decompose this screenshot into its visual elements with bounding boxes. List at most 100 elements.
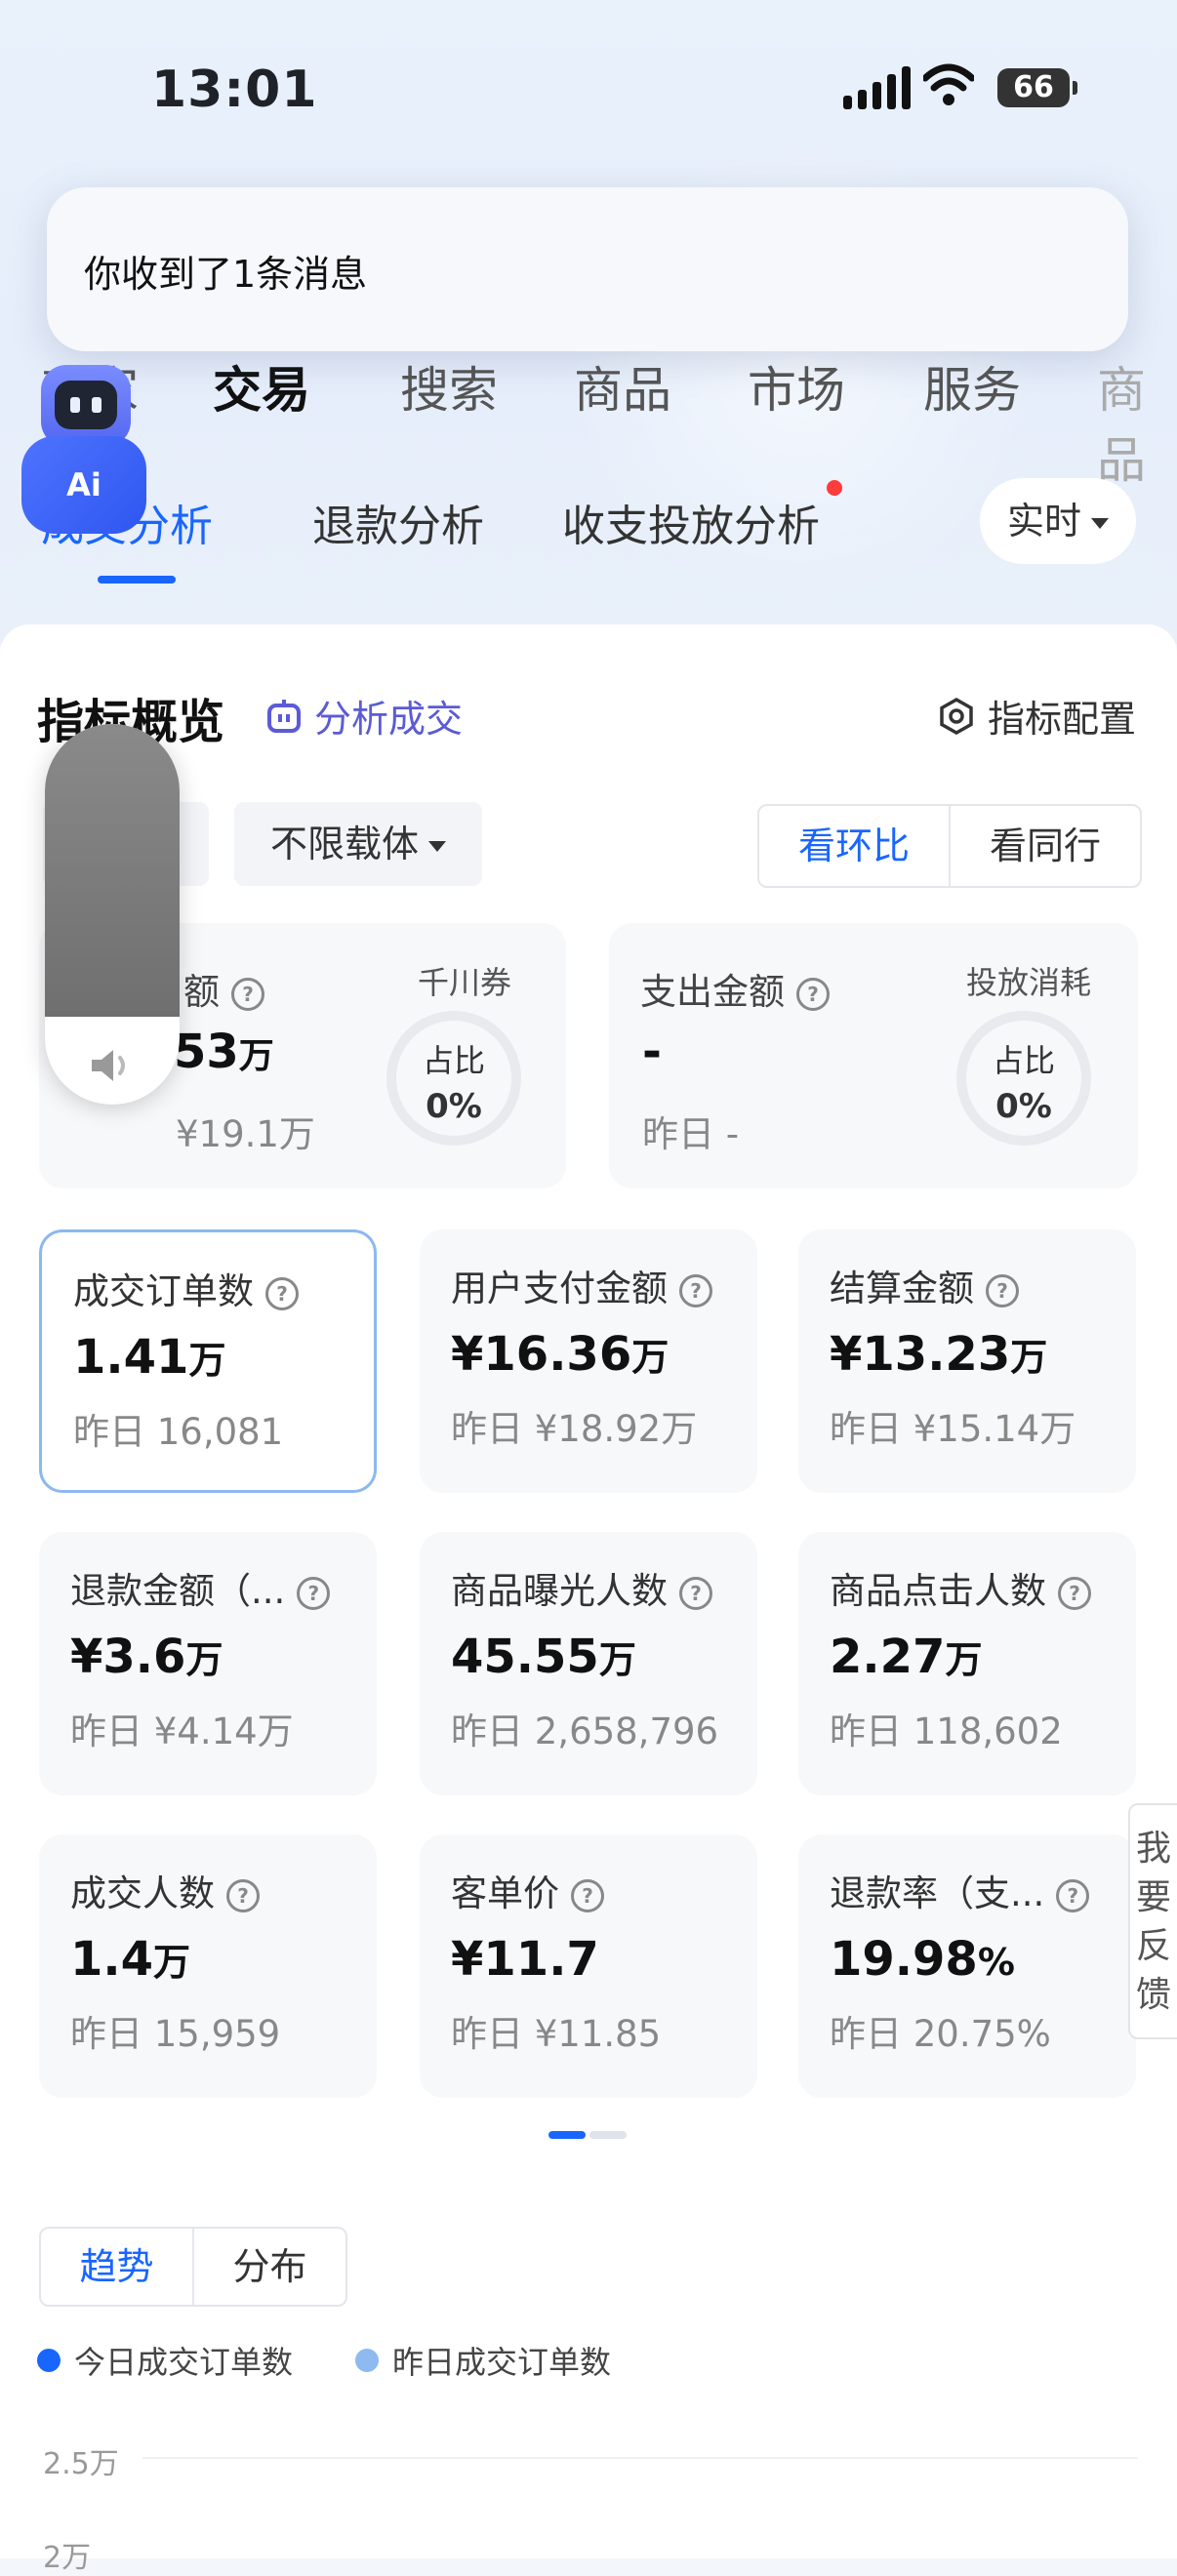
carrier-filter-dropdown[interactable]: 不限载体 bbox=[234, 802, 482, 886]
metric-yesterday: 昨日 ¥4.14万 bbox=[70, 1711, 294, 1752]
volume-level-fill bbox=[45, 724, 180, 1017]
ai-analyze-link[interactable]: 分析成交 bbox=[265, 689, 463, 743]
robot-head-icon bbox=[41, 365, 131, 447]
metric-label: 成交人数? bbox=[70, 1864, 260, 1916]
overview-sub: 昨日 - bbox=[642, 1113, 740, 1155]
metric-yesterday: 昨日 20.75% bbox=[830, 2013, 1051, 2055]
ring-title: 投放消耗 bbox=[966, 964, 1092, 1001]
legend-today: 今日成交订单数 bbox=[37, 2338, 293, 2383]
page-dot bbox=[589, 2131, 627, 2139]
metric-yesterday: 昨日 ¥15.14万 bbox=[830, 1408, 1076, 1450]
ai-label: Ai bbox=[21, 436, 146, 534]
tab-refund-analysis[interactable]: 退款分析 bbox=[312, 491, 484, 553]
ai-assistant-button[interactable]: Ai bbox=[20, 343, 148, 539]
ring-percent: 0% bbox=[995, 1087, 1052, 1126]
top-nav-item[interactable]: 服务 bbox=[923, 351, 1021, 422]
metric-value: ¥11.7 bbox=[451, 1932, 599, 1987]
metric-label: 商品曝光人数? bbox=[451, 1561, 712, 1614]
metric-value: ¥13.23万 bbox=[830, 1327, 1048, 1382]
top-nav-item-active[interactable]: 交易 bbox=[213, 351, 310, 422]
notification-banner[interactable]: 你收到了1条消息 bbox=[47, 187, 1128, 351]
ring-caption: 占比 bbox=[992, 1042, 1055, 1079]
settings-hexagon-icon bbox=[940, 697, 973, 735]
overview-label: 支出金额? bbox=[640, 962, 830, 1015]
tab-distribution[interactable]: 分布 bbox=[194, 2229, 345, 2305]
compare-mom-button[interactable]: 看环比 bbox=[759, 806, 951, 886]
overview-value: - bbox=[642, 1025, 662, 1079]
metric-card[interactable]: 成交人数? 1.4万 昨日 15,959 bbox=[39, 1834, 377, 2098]
top-nav: 商家 交易 搜索 商品 市场 服务 商品 bbox=[0, 351, 1177, 489]
robot-face bbox=[55, 381, 117, 429]
speaker-icon bbox=[92, 1050, 125, 1081]
metric-card[interactable]: 成交订单数? 1.41万 昨日 16,081 bbox=[39, 1229, 377, 1493]
help-icon: ? bbox=[226, 1878, 260, 1912]
metric-label: 客单价? bbox=[451, 1864, 604, 1916]
metric-label: 退款率（支...? bbox=[830, 1864, 1090, 1916]
cellular-signal-icon bbox=[843, 66, 911, 109]
metric-card[interactable]: 客单价? ¥11.7 昨日 ¥11.85 bbox=[420, 1834, 757, 2098]
top-nav-item[interactable]: 市场 bbox=[748, 351, 845, 422]
metric-config-button[interactable]: 指标配置 bbox=[937, 689, 1136, 743]
metric-label: 退款金额（...? bbox=[70, 1561, 331, 1614]
top-nav-item[interactable]: 商品 bbox=[1097, 351, 1177, 492]
metric-yesterday: 昨日 2,658,796 bbox=[451, 1711, 719, 1752]
help-icon: ? bbox=[297, 1576, 331, 1610]
chevron-down-icon bbox=[1091, 518, 1109, 529]
compare-peer-button[interactable]: 看同行 bbox=[951, 806, 1140, 886]
new-badge-dot bbox=[827, 480, 842, 496]
realtime-dropdown[interactable]: 实时 bbox=[980, 478, 1136, 564]
help-icon: ? bbox=[1058, 1576, 1091, 1610]
metric-value: 1.41万 bbox=[73, 1330, 226, 1385]
metric-card[interactable]: 商品曝光人数? 45.55万 昨日 2,658,796 bbox=[420, 1532, 757, 1795]
overview-card-expense[interactable]: 支出金额? - 昨日 - 投放消耗 占比 0% bbox=[609, 923, 1138, 1188]
config-label: 指标配置 bbox=[988, 698, 1137, 741]
chevron-down-icon bbox=[428, 841, 446, 852]
top-nav-item[interactable]: 搜索 bbox=[400, 351, 498, 422]
tab-trend[interactable]: 趋势 bbox=[41, 2229, 194, 2305]
trend-toggle: 趋势 分布 bbox=[39, 2227, 347, 2307]
overview-value: 53万 bbox=[174, 1025, 274, 1079]
metric-card[interactable]: 结算金额? ¥13.23万 昨日 ¥15.14万 bbox=[798, 1229, 1136, 1493]
status-time: 13:01 bbox=[151, 60, 318, 119]
robot-icon bbox=[267, 699, 301, 733]
metric-card[interactable]: 退款金额（...? ¥3.6万 昨日 ¥4.14万 bbox=[39, 1532, 377, 1795]
robot-eye bbox=[92, 397, 101, 413]
help-icon: ? bbox=[571, 1878, 604, 1912]
share-ring: 占比 0% bbox=[956, 1011, 1091, 1146]
metric-value: 1.4万 bbox=[70, 1932, 191, 1987]
top-nav-item[interactable]: 商品 bbox=[574, 351, 671, 422]
feedback-button[interactable]: 我要反馈 bbox=[1128, 1803, 1177, 2039]
metric-label: 商品点击人数? bbox=[830, 1561, 1091, 1614]
metric-card[interactable]: 商品点击人数? 2.27万 昨日 118,602 bbox=[798, 1532, 1136, 1795]
metric-yesterday: 昨日 ¥11.85 bbox=[451, 2013, 662, 2055]
wifi-icon bbox=[923, 63, 974, 105]
metric-card[interactable]: 用户支付金额? ¥16.36万 昨日 ¥18.92万 bbox=[420, 1229, 757, 1493]
battery-icon: 66 bbox=[997, 68, 1077, 107]
help-icon: ? bbox=[265, 1276, 299, 1310]
gridline bbox=[142, 2457, 1138, 2459]
help-icon: ? bbox=[796, 977, 830, 1011]
metric-value: ¥16.36万 bbox=[451, 1327, 670, 1382]
ai-analyze-label: 分析成交 bbox=[314, 698, 464, 741]
volume-slider[interactable] bbox=[45, 724, 180, 1105]
metric-label: 成交订单数? bbox=[73, 1262, 299, 1314]
compare-toggle: 看环比 看同行 bbox=[757, 804, 1142, 888]
overview-label: 额? bbox=[183, 962, 264, 1015]
metric-value: ¥3.6万 bbox=[70, 1630, 223, 1684]
metric-card[interactable]: 退款率（支...? 19.98% 昨日 20.75% bbox=[798, 1834, 1136, 2098]
metric-yesterday: 昨日 ¥18.92万 bbox=[451, 1408, 698, 1450]
help-icon: ? bbox=[231, 977, 264, 1011]
metric-yesterday: 昨日 16,081 bbox=[73, 1411, 284, 1453]
legend-dot-yesterday bbox=[355, 2349, 379, 2372]
y-tick-label: 2.5万 bbox=[43, 2447, 119, 2481]
carrier-filter-label: 不限载体 bbox=[269, 823, 419, 865]
tab-income-ad-analysis[interactable]: 收支投放分析 bbox=[562, 491, 820, 553]
help-icon: ? bbox=[679, 1273, 712, 1308]
legend-dot-today bbox=[37, 2349, 61, 2372]
ring-percent: 0% bbox=[426, 1087, 482, 1126]
robot-eye bbox=[70, 397, 80, 413]
y-tick-label: 2万 bbox=[43, 2541, 92, 2575]
help-icon: ? bbox=[986, 1273, 1019, 1308]
metric-value: 19.98% bbox=[830, 1932, 1015, 1987]
help-icon: ? bbox=[679, 1576, 712, 1610]
